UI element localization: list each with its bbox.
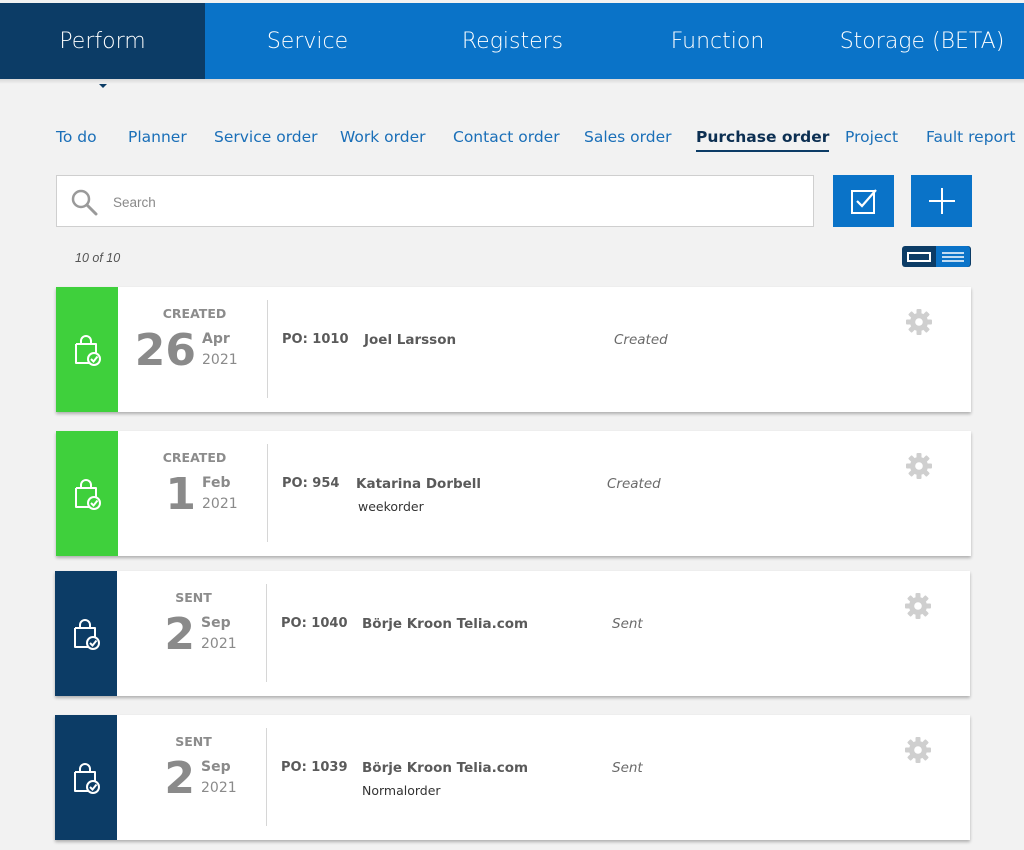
order-card[interactable]: SENT 2 Sep 2021 PO: 1040 Börje Kroon Tel… [55, 571, 970, 696]
order-card[interactable]: CREATED 1 Feb 2021 PO: 954 Katarina Dorb… [56, 431, 971, 556]
date-year: 2021 [201, 636, 237, 652]
order-state: Sent [612, 616, 643, 632]
date-month: Apr [202, 331, 230, 347]
tab-storage-beta[interactable]: Storage (BETA) [820, 3, 1024, 79]
date-day: 2 [164, 609, 195, 660]
card-view-icon [907, 251, 931, 262]
top-navigation: Perform Service Registers Function Stora… [0, 3, 1024, 88]
subnav-project[interactable]: Project [845, 128, 898, 146]
shopping-bag-check-icon [75, 478, 101, 510]
subnav-contact-order[interactable]: Contact order [453, 128, 560, 146]
tab-registers[interactable]: Registers [410, 3, 615, 79]
status-label: SENT [175, 590, 212, 605]
select-button[interactable] [833, 175, 894, 227]
gear-icon[interactable] [904, 592, 932, 620]
po-number: PO: 1039 [281, 760, 348, 775]
list-view-icon [942, 251, 964, 262]
date-day: 26 [134, 325, 196, 376]
divider [267, 300, 268, 398]
tab-function[interactable]: Function [615, 3, 820, 79]
order-description: weekorder [358, 499, 424, 514]
tab-service[interactable]: Service [205, 3, 410, 79]
divider [267, 444, 268, 542]
search-box [56, 175, 814, 227]
search-input[interactable] [111, 188, 795, 216]
subnav-to-do[interactable]: To do [56, 128, 97, 146]
order-description: Normalorder [362, 783, 441, 798]
date-year: 2021 [202, 352, 238, 368]
tab-perform[interactable]: Perform [0, 3, 205, 88]
list-view-button[interactable] [936, 246, 970, 267]
status-stripe [56, 287, 118, 412]
supplier-name: Börje Kroon Telia.com [362, 616, 529, 632]
order-card[interactable]: CREATED 26 Apr 2021 PO: 1010 Joel Larsso… [56, 287, 971, 412]
subnav-sales-order[interactable]: Sales order [584, 128, 672, 146]
gear-icon[interactable] [904, 736, 932, 764]
subnav-work-order[interactable]: Work order [340, 128, 426, 146]
nav-shadow [0, 79, 1024, 84]
divider [266, 728, 267, 826]
order-state: Created [614, 332, 668, 348]
date-year: 2021 [201, 780, 237, 796]
po-number: PO: 954 [282, 476, 340, 491]
gear-icon[interactable] [905, 452, 933, 480]
supplier-name: Katarina Dorbell [356, 476, 482, 492]
status-stripe [55, 715, 117, 840]
date-day: 1 [165, 469, 196, 520]
view-toggle [902, 246, 971, 267]
date-month: Sep [201, 615, 231, 631]
subnav-planner[interactable]: Planner [128, 128, 187, 146]
po-number: PO: 1010 [282, 332, 349, 347]
status-stripe [56, 431, 118, 556]
date-month: Sep [201, 759, 231, 775]
status-label: SENT [175, 734, 212, 749]
divider [266, 584, 267, 682]
date-month: Feb [202, 475, 231, 491]
supplier-name: Joel Larsson [364, 332, 457, 348]
status-stripe [55, 571, 117, 696]
result-count: 10 of 10 [75, 251, 121, 265]
shopping-bag-check-icon [74, 618, 100, 650]
checkbox-check-icon [850, 189, 877, 214]
plus-icon [928, 188, 955, 214]
po-number: PO: 1040 [281, 616, 348, 631]
subnav-service-order[interactable]: Service order [214, 128, 318, 146]
gear-icon[interactable] [905, 308, 933, 336]
subnav-purchase-order[interactable]: Purchase order [696, 128, 830, 152]
order-state: Created [607, 476, 661, 492]
card-view-button[interactable] [902, 246, 936, 267]
status-label: CREATED [162, 306, 227, 321]
order-state: Sent [612, 760, 643, 776]
search-icon [71, 189, 98, 216]
date-day: 2 [164, 753, 195, 804]
shopping-bag-check-icon [75, 334, 101, 366]
supplier-name: Börje Kroon Telia.com [362, 760, 529, 776]
add-button[interactable] [911, 175, 972, 227]
subnav-fault-report[interactable]: Fault report [926, 128, 1015, 146]
date-year: 2021 [202, 496, 238, 512]
shopping-bag-check-icon [74, 762, 100, 794]
order-card[interactable]: SENT 2 Sep 2021 PO: 1039 Börje Kroon Tel… [55, 715, 970, 840]
status-label: CREATED [162, 450, 227, 465]
